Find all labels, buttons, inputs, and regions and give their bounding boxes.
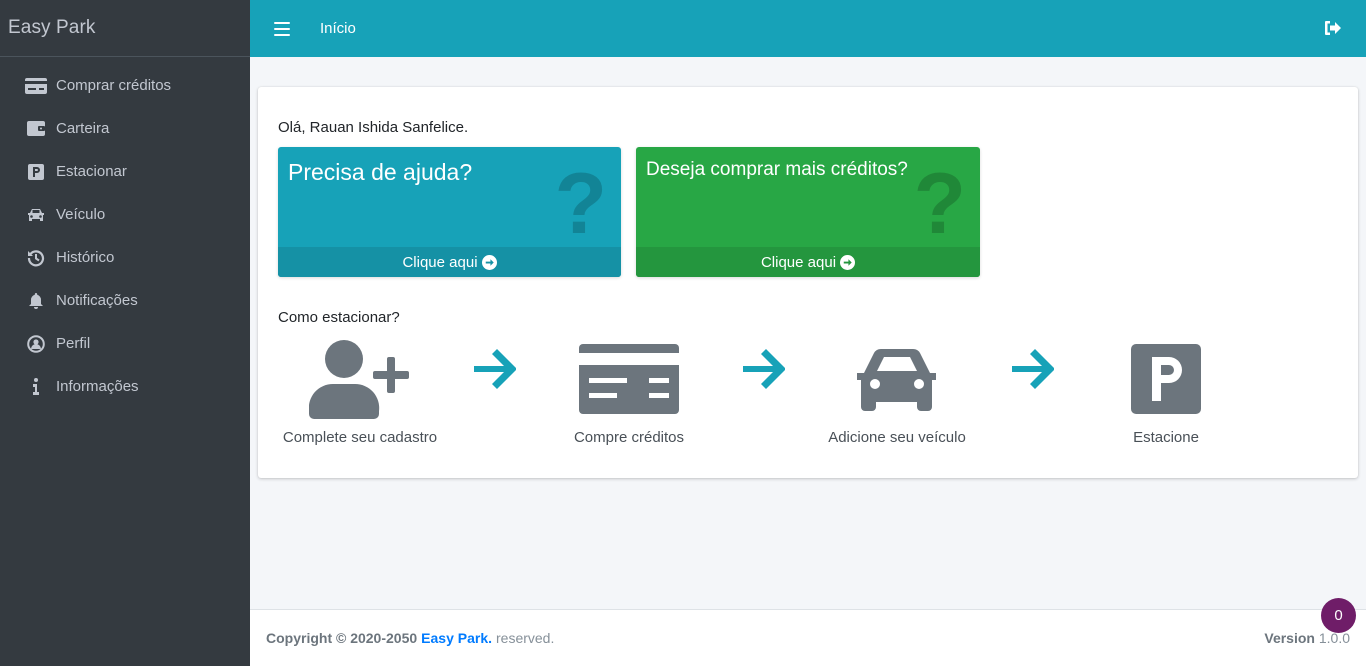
version-label: Version <box>1264 630 1315 646</box>
step-caption: Complete seu cadastro <box>282 429 438 446</box>
help-box-link[interactable]: Clique aqui <box>278 247 621 277</box>
sidebar-item-carteira[interactable]: Carteira <box>0 107 250 150</box>
credit-card-icon <box>24 76 48 96</box>
help-box-title: Precisa de ajuda? <box>288 159 473 185</box>
page-footer: Copyright © 2020-2050 Easy Park. reserve… <box>250 609 1366 666</box>
step-park: Estacione <box>1081 339 1251 446</box>
sidebar-nav: Comprar créditos Carteira Estacionar Veí… <box>0 57 250 408</box>
user-circle-icon <box>24 334 48 354</box>
step-buy-credits: Compre créditos <box>544 339 714 446</box>
sidebar-item-label: Perfil <box>56 335 91 352</box>
sign-out-icon[interactable] <box>1324 20 1342 36</box>
user-plus-icon <box>275 339 445 419</box>
car-icon <box>24 205 48 225</box>
sidebar-item-label: Veículo <box>56 206 106 223</box>
sidebar-item-label: Carteira <box>56 120 110 137</box>
how-to-park-title: Como estacionar? <box>278 309 400 326</box>
sidebar-item-label: Comprar créditos <box>56 77 172 94</box>
copyright-text: Copyright © 2020-2050 <box>266 630 418 646</box>
sidebar-item-label: Informações <box>56 378 139 395</box>
reserved-text: reserved. <box>496 630 555 646</box>
sidebar: Easy Park Comprar créditos Carteira Esta… <box>0 0 250 666</box>
step-caption: Adicione seu veículo <box>828 429 966 446</box>
sidebar-item-label: Notificações <box>56 292 138 309</box>
bell-icon <box>24 291 48 311</box>
arrow-right-icon <box>474 349 516 389</box>
sidebar-item-perfil[interactable]: Perfil <box>0 322 250 365</box>
sidebar-item-label: Histórico <box>56 249 115 266</box>
step-register: Complete seu cadastro <box>275 339 445 446</box>
step-caption: Compre créditos <box>573 429 685 446</box>
sidebar-item-notificacoes[interactable]: Notificações <box>0 279 250 322</box>
main-card: Olá, Rauan Ishida Sanfelice. Precisa de … <box>258 87 1358 478</box>
notification-count-badge[interactable]: 0 <box>1321 598 1356 633</box>
credits-box-link-label: Clique aqui <box>760 253 837 271</box>
brand[interactable]: Easy Park <box>0 0 250 57</box>
sidebar-item-informacoes[interactable]: Informações <box>0 365 250 408</box>
arrow-circle-right-icon <box>840 254 856 270</box>
question-icon: ? <box>913 156 966 252</box>
greeting-text: Olá, Rauan Ishida Sanfelice. <box>278 119 469 136</box>
arrow-right-icon <box>1012 349 1054 389</box>
hamburger-icon[interactable] <box>274 21 290 36</box>
parking-icon <box>24 162 48 182</box>
footer-brand-link[interactable]: Easy Park. <box>421 630 492 646</box>
info-icon <box>24 377 48 397</box>
arrow-circle-right-icon <box>481 254 497 270</box>
help-box: Precisa de ajuda? ? Clique aqui <box>278 147 621 277</box>
credit-card-icon <box>544 339 714 419</box>
top-navbar: Início <box>250 0 1366 57</box>
brand-text: Easy Park <box>8 17 96 38</box>
step-caption: Estacione <box>1133 429 1199 446</box>
credits-box-link[interactable]: Clique aqui <box>636 247 980 277</box>
credits-box: Deseja comprar mais créditos? ? Clique a… <box>636 147 980 277</box>
arrow-right-icon <box>743 349 785 389</box>
question-icon: ? <box>554 156 607 252</box>
history-icon <box>24 248 48 268</box>
help-box-link-label: Clique aqui <box>402 253 478 271</box>
sidebar-item-veiculo[interactable]: Veículo <box>0 193 250 236</box>
sidebar-item-label: Estacionar <box>56 163 127 180</box>
credits-box-title: Deseja comprar mais créditos? <box>646 159 908 180</box>
wallet-icon <box>24 119 48 139</box>
step-add-vehicle: Adicione seu veículo <box>812 339 982 446</box>
sidebar-item-estacionar[interactable]: Estacionar <box>0 150 250 193</box>
sidebar-item-comprar-creditos[interactable]: Comprar créditos <box>0 64 250 107</box>
nav-home-link[interactable]: Início <box>320 20 356 37</box>
sidebar-item-historico[interactable]: Histórico <box>0 236 250 279</box>
parking-icon <box>1081 339 1251 419</box>
car-icon <box>812 339 982 419</box>
